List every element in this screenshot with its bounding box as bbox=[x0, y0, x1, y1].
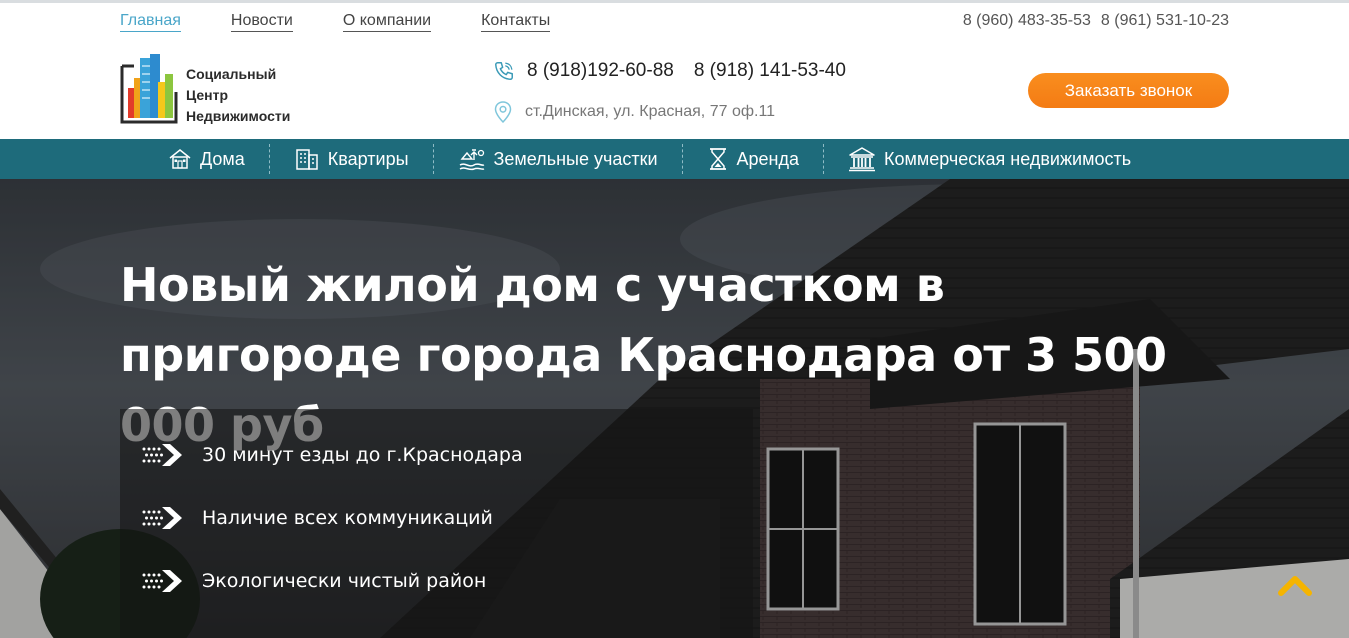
address-text: ст.Динская, ул. Красная, 77 оф.11 bbox=[525, 103, 776, 120]
category-nav: Дома Квартиры Земельные участки Аренда К… bbox=[0, 139, 1349, 179]
header-phones: 8 (918)192-60-88 8 (918) 141-53-40 bbox=[493, 60, 846, 82]
feature-text: 30 минут езды до г.Краснодара bbox=[202, 444, 523, 466]
category-label: Аренда bbox=[736, 148, 800, 169]
hero-features-panel: 30 минут езды до г.Краснодара Наличие вс… bbox=[120, 409, 753, 638]
top-nav-item-news[interactable]: Новости bbox=[230, 11, 293, 32]
top-nav-item-about[interactable]: О компании bbox=[342, 11, 432, 32]
top-phone-2[interactable]: 8 (961) 531-10-23 bbox=[1101, 11, 1229, 30]
top-phones: 8 (960) 483-35-53 8 (961) 531-10-23 bbox=[963, 11, 1229, 30]
category-label: Квартиры bbox=[327, 148, 409, 169]
logo-line-3: Недвижимости bbox=[186, 108, 291, 124]
chevron-arrow-icon bbox=[142, 570, 182, 592]
category-item-commercial[interactable]: Коммерческая недвижимость bbox=[836, 139, 1143, 179]
top-border bbox=[0, 0, 1349, 3]
top-nav: Главная Новости О компании Контакты bbox=[120, 11, 551, 32]
category-item-houses[interactable]: Дома bbox=[156, 139, 257, 179]
phone-icon bbox=[495, 62, 513, 80]
logo-line-1: Социальный bbox=[186, 66, 277, 82]
bank-building-icon bbox=[849, 147, 876, 172]
hourglass-icon bbox=[709, 148, 726, 170]
category-divider bbox=[823, 144, 825, 174]
order-call-button[interactable]: Заказать звонок bbox=[1028, 73, 1229, 108]
scroll-to-top-icon[interactable] bbox=[1278, 574, 1312, 598]
land-plot-icon bbox=[459, 149, 484, 171]
feature-text: Наличие всех коммуникаций bbox=[202, 507, 493, 529]
site-logo[interactable]: Социальный Центр Недвижимости bbox=[120, 52, 320, 124]
house-icon bbox=[169, 149, 191, 169]
category-divider bbox=[268, 144, 270, 174]
category-label: Земельные участки bbox=[493, 148, 658, 169]
category-divider bbox=[681, 144, 683, 174]
chevron-arrow-icon bbox=[142, 444, 182, 466]
header-phone-1[interactable]: 8 (918)192-60-88 bbox=[527, 60, 674, 82]
top-phone-1[interactable]: 8 (960) 483-35-53 bbox=[963, 11, 1091, 30]
apartment-building-icon bbox=[296, 149, 318, 170]
category-item-apartments[interactable]: Квартиры bbox=[282, 139, 421, 179]
logo-buildings-icon bbox=[120, 54, 178, 124]
header-address: ст.Динская, ул. Красная, 77 оф.11 bbox=[493, 100, 775, 124]
top-nav-item-contacts[interactable]: Контакты bbox=[481, 11, 551, 32]
category-label: Коммерческая недвижимость bbox=[884, 148, 1132, 169]
category-divider bbox=[432, 144, 434, 174]
logo-line-2: Центр bbox=[186, 87, 229, 103]
feature-item: 30 минут езды до г.Краснодара bbox=[140, 442, 523, 468]
category-item-rent[interactable]: Аренда bbox=[695, 139, 811, 179]
category-label: Дома bbox=[200, 148, 245, 169]
top-nav-item-home[interactable]: Главная bbox=[120, 11, 181, 32]
feature-text: Экологически чистый район bbox=[202, 570, 487, 592]
hero-banner: Новый жилой дом с участком в пригороде г… bbox=[0, 179, 1349, 638]
feature-item: Наличие всех коммуникаций bbox=[140, 505, 493, 531]
header-phone-2[interactable]: 8 (918) 141-53-40 bbox=[694, 60, 846, 82]
map-pin-icon bbox=[494, 101, 512, 124]
feature-item: Экологически чистый район bbox=[140, 568, 486, 594]
category-item-land-plots[interactable]: Земельные участки bbox=[446, 139, 670, 179]
chevron-arrow-icon bbox=[142, 507, 182, 529]
logo-text: Социальный Центр Недвижимости bbox=[186, 64, 290, 127]
